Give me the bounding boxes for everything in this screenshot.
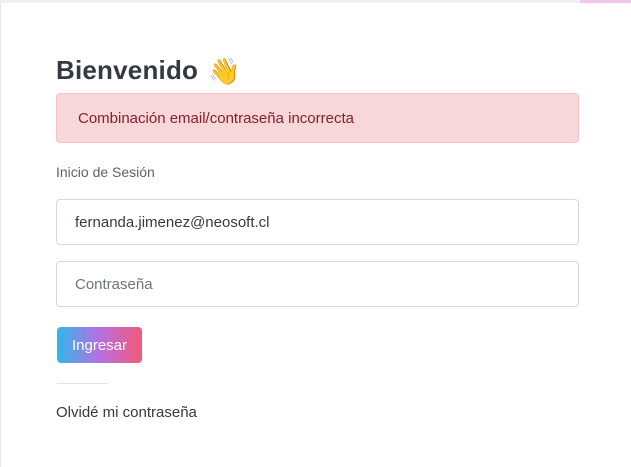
section-label: Inicio de Sesión	[56, 164, 155, 180]
divider	[57, 383, 108, 384]
password-field[interactable]	[56, 261, 579, 307]
login-page: Bienvenido 👋 Combinación email/contraseñ…	[0, 0, 631, 467]
error-alert: Combinación email/contraseña incorrecta	[56, 93, 579, 143]
login-button[interactable]: Ingresar	[57, 327, 142, 363]
top-accent-bar	[580, 0, 631, 3]
forgot-password-link[interactable]: Olvidé mi contraseña	[56, 404, 197, 421]
email-field[interactable]	[56, 199, 579, 245]
page-title: Bienvenido	[56, 55, 199, 85]
welcome-heading: Bienvenido 👋	[56, 55, 241, 86]
waving-hand-icon: 👋	[208, 55, 241, 86]
